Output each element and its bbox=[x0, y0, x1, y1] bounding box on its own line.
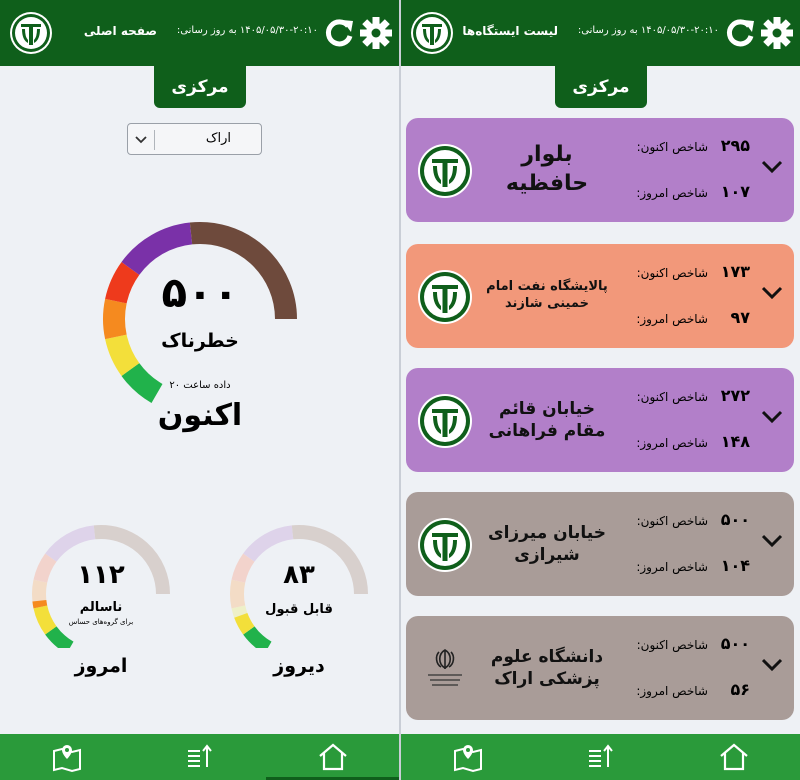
station-name: خیابان قائم مقام فراهانی bbox=[488, 398, 606, 441]
station-now-label: شاخص اکنون: bbox=[636, 140, 708, 154]
gauge-band-usg bbox=[103, 298, 127, 340]
stations-screen: لیست ایستگاه‌ها ۱۴۰۵/۰۵/۳۰-۲۰:۱۰ به روز … bbox=[401, 0, 800, 780]
page-title: صفحه اصلی bbox=[83, 24, 157, 38]
gauge-value-arc bbox=[32, 599, 48, 609]
gauge-band-very-unhealthy bbox=[243, 525, 294, 562]
page-title: لیست ایستگاه‌ها bbox=[462, 24, 558, 38]
nav-home[interactable] bbox=[667, 734, 800, 780]
current-label: اکنون bbox=[157, 398, 243, 433]
station-now-label: شاخص اکنون: bbox=[636, 638, 708, 652]
station-card[interactable]: خیابان قائم مقام فراهانی ۲۷۲ شاخص اکنون: ۱۴… bbox=[406, 368, 794, 472]
refresh-icon[interactable] bbox=[723, 15, 757, 51]
gauge-band-unhealthy bbox=[33, 553, 57, 583]
gauge-band-very-unhealthy bbox=[45, 525, 96, 562]
gear-icon[interactable] bbox=[760, 15, 794, 51]
chevron-down-icon[interactable] bbox=[759, 530, 785, 550]
nav-sort[interactable] bbox=[534, 734, 667, 780]
yesterday-label: دیروز bbox=[273, 655, 325, 677]
home-icon bbox=[318, 743, 347, 771]
map-pin-icon bbox=[453, 745, 482, 773]
station-today-label: شاخص امروز: bbox=[636, 560, 708, 574]
station-now-label: شاخص اکنون: bbox=[636, 390, 708, 404]
chevron-down-icon[interactable] bbox=[759, 406, 785, 426]
chevron-down-icon[interactable] bbox=[759, 654, 785, 674]
city-select-value: اراک bbox=[205, 131, 231, 146]
select-separator bbox=[154, 130, 155, 150]
station-now-label: شاخص اکنون: bbox=[636, 514, 708, 528]
home-header: صفحه اصلی ۱۴۰۵/۰۵/۳۰-۲۰:۱۰ به روز رسانی: bbox=[0, 0, 399, 66]
yesterday-aqi-value: ۸۳ bbox=[283, 560, 315, 590]
city-select[interactable]: اراک bbox=[127, 123, 262, 155]
nav-map[interactable] bbox=[0, 734, 133, 780]
station-name: خیابان میرزای شیرازی bbox=[487, 522, 606, 565]
gauge-band-unhealthy bbox=[231, 553, 255, 583]
iran-emblem-icon bbox=[418, 642, 472, 696]
updated-value: ۱۴۰۵/۰۵/۳۰-۲۰:۱۰ bbox=[239, 25, 318, 36]
home-screen: صفحه اصلی ۱۴۰۵/۰۵/۳۰-۲۰:۱۰ به روز رسانی: bbox=[0, 0, 399, 780]
home-icon bbox=[719, 743, 748, 771]
last-updated: ۱۴۰۵/۰۵/۳۰-۲۰:۱۰ به روز رسانی: bbox=[158, 25, 318, 36]
stations-header: لیست ایستگاه‌ها ۱۴۰۵/۰۵/۳۰-۲۰:۱۰ به روز … bbox=[401, 0, 800, 66]
data-time: داده ساعت ۲۰ bbox=[169, 380, 231, 391]
sort-list-icon bbox=[588, 744, 613, 767]
station-card[interactable]: پالایشگاه نفت امام خمینی شازند ۱۷۳ شاخص اک… bbox=[406, 244, 794, 348]
region-tab[interactable]: مرکزی bbox=[154, 66, 246, 108]
gauge-band-usg bbox=[230, 579, 246, 609]
map-pin-icon bbox=[52, 745, 81, 773]
refresh-icon[interactable] bbox=[322, 15, 356, 51]
doe-logo-icon bbox=[418, 518, 472, 572]
station-today-label: شاخص امروز: bbox=[636, 436, 708, 450]
station-name: بلوار حافظیه bbox=[505, 142, 589, 196]
gauge-band-good bbox=[243, 626, 272, 648]
today-label: امروز bbox=[74, 655, 128, 677]
chevron-down-icon bbox=[135, 136, 147, 144]
gauge-band-good bbox=[45, 626, 74, 648]
station-name: پالایشگاه نفت امام خمینی شازند bbox=[486, 279, 608, 311]
station-today-label: شاخص امروز: bbox=[636, 312, 708, 326]
station-card[interactable]: خیابان میرزای شیرازی ۵۰۰ شاخص اکنون: ۱۰۴ شاخ… bbox=[406, 492, 794, 596]
gauge-band-very-unhealthy bbox=[121, 222, 193, 276]
station-today-label: شاخص امروز: bbox=[636, 684, 708, 698]
station-today-label: شاخص امروز: bbox=[636, 186, 708, 200]
chevron-down-icon[interactable] bbox=[759, 156, 785, 176]
doe-logo-icon bbox=[418, 270, 472, 324]
doe-logo-icon bbox=[418, 394, 472, 448]
doe-logo-icon bbox=[411, 12, 453, 54]
doe-logo-icon bbox=[10, 12, 52, 54]
current-aqi-status: خطرناک bbox=[161, 330, 239, 352]
doe-logo-icon bbox=[418, 144, 472, 198]
chevron-down-icon[interactable] bbox=[759, 282, 785, 302]
last-updated: ۱۴۰۵/۰۵/۳۰-۲۰:۱۰ به روز رسانی: bbox=[559, 25, 719, 36]
sort-list-icon bbox=[187, 744, 212, 767]
bottom-nav bbox=[0, 734, 399, 780]
region-tab[interactable]: مرکزی bbox=[555, 66, 647, 108]
yesterday-aqi-status: قابل قبول bbox=[265, 602, 333, 617]
nav-sort[interactable] bbox=[133, 734, 266, 780]
bottom-nav bbox=[401, 734, 800, 780]
gauge-value-arc bbox=[234, 612, 255, 635]
station-name: دانشگاه علوم پزشکی اراک bbox=[490, 646, 604, 689]
today-aqi-sub: برای گروه‌های حساس bbox=[68, 618, 134, 626]
today-aqi-value: ۱۱۲ bbox=[77, 560, 125, 590]
nav-map[interactable] bbox=[401, 734, 534, 780]
station-now-label: شاخص اکنون: bbox=[636, 266, 708, 280]
updated-label: به روز رسانی: bbox=[176, 25, 237, 36]
updated-label: به روز رسانی: bbox=[577, 25, 638, 36]
gear-icon[interactable] bbox=[359, 15, 393, 51]
station-card[interactable]: دانشگاه علوم پزشکی اراک ۵۰۰ شاخص اکنون: ۵۶ ش… bbox=[406, 616, 794, 720]
today-aqi-status: ناسالم bbox=[79, 600, 123, 615]
current-aqi-value: ۵۰۰ bbox=[161, 268, 239, 317]
station-card[interactable]: بلوار حافظیه ۲۹۵ شاخص اکنون: ۱۰۷ شاخص امروز: bbox=[406, 118, 794, 222]
nav-home[interactable] bbox=[266, 734, 399, 780]
updated-value: ۱۴۰۵/۰۵/۳۰-۲۰:۱۰ bbox=[640, 25, 719, 36]
